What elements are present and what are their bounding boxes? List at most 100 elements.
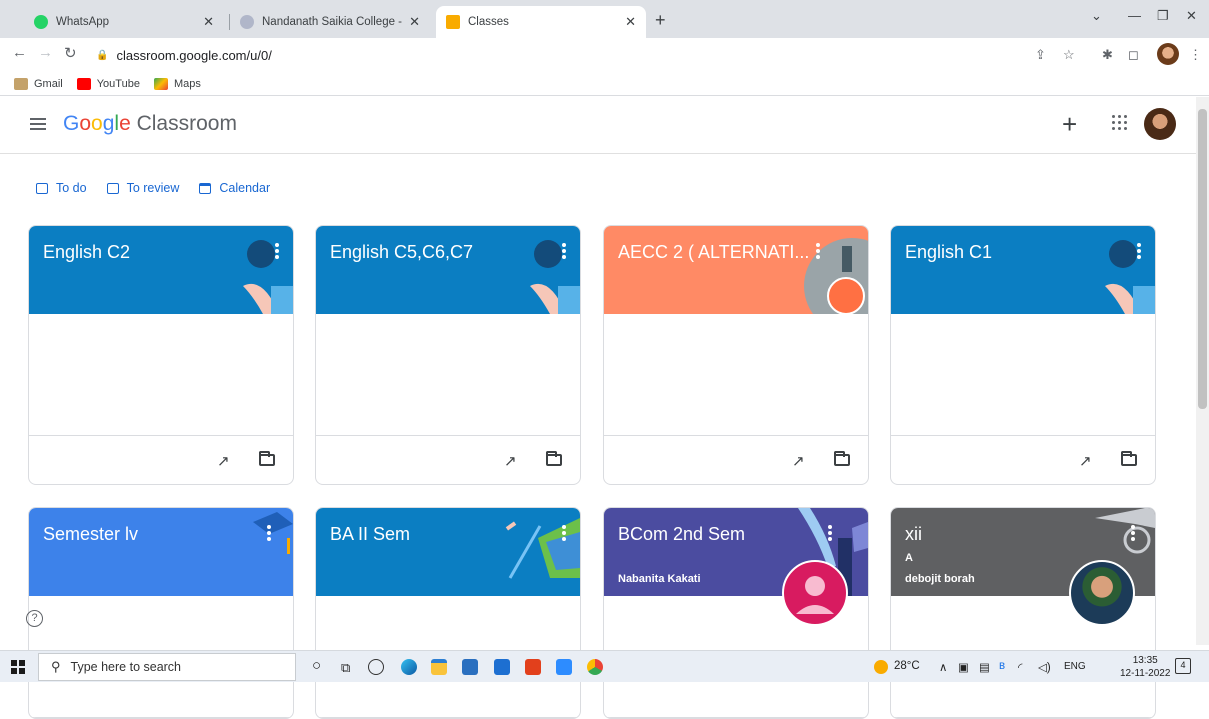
weather-temp[interactable]: 28°C [894,660,920,672]
class-title[interactable]: English C2 [43,242,130,263]
reload-icon[interactable]: ↻ [64,44,77,62]
tab-search-icon[interactable]: ⌄ [1091,8,1102,24]
class-card[interactable]: xii A debojit borah [890,507,1156,719]
page-scrollbar[interactable] [1196,97,1209,645]
bookmark-youtube[interactable]: YouTube [76,77,140,90]
main-menu-icon[interactable] [30,118,46,130]
class-card[interactable]: English C1 ↗ [890,225,1156,485]
browser-menu-icon[interactable]: ⋮ [1189,47,1202,63]
forward-icon[interactable]: → [38,44,53,61]
class-title[interactable]: English C5,C6,C7 [330,242,473,263]
more-options-icon[interactable] [1137,243,1141,259]
close-tab-icon[interactable]: ✕ [625,14,636,30]
account-avatar[interactable] [1144,108,1176,140]
network-tray-icon[interactable]: ▣ [958,660,969,674]
chrome-icon[interactable] [587,659,603,675]
volume-icon[interactable]: ◁) [1038,660,1051,674]
bookmark-gmail[interactable]: Gmail [14,77,63,90]
google-apps-icon[interactable] [1112,115,1128,131]
windows-start-icon[interactable] [11,660,25,674]
show-hidden-icons-icon[interactable]: ∧ [939,660,947,674]
class-title[interactable]: BA II Sem [330,524,410,545]
google-classroom-logo[interactable]: Google Classroom [63,112,237,136]
more-options-icon[interactable] [562,525,566,541]
class-card[interactable]: BCom 2nd Sem Nabanita Kakati [603,507,869,719]
office-icon[interactable] [525,659,541,675]
folder-icon[interactable] [546,451,562,466]
bookmark-star-icon[interactable]: ☆ [1063,47,1075,63]
create-join-class-icon[interactable]: + [1062,109,1077,140]
taskbar-search[interactable]: ⚲ Type here to search [38,653,296,681]
trending-icon[interactable]: ↗ [792,452,805,470]
more-options-icon[interactable] [275,243,279,259]
close-tab-icon[interactable]: ✕ [409,14,420,30]
class-title[interactable]: BCom 2nd Sem [618,524,745,545]
close-window-icon[interactable]: ✕ [1186,8,1197,24]
class-title[interactable]: Semester lv [43,524,138,545]
more-options-icon[interactable] [1131,525,1135,541]
notifications-icon[interactable]: 4 [1175,658,1191,674]
bluetooth-icon[interactable]: ʙ [999,660,1005,672]
address-bar[interactable]: 🔒 classroom.google.com/u/0/ [96,43,1096,67]
to-review-link[interactable]: To review [106,181,179,195]
taskbar-clock[interactable]: 13:35 12-11-2022 [1120,654,1170,680]
tab-classes[interactable]: Classes ✕ [436,6,646,38]
keyboard-tray-icon[interactable]: ▤ [979,660,990,674]
zoom-icon[interactable] [556,659,572,675]
classroom-header: Google Classroom + [0,97,1196,154]
class-card[interactable]: AECC 2 ( ALTERNATI... ↗ [603,225,869,485]
tab-nandanath[interactable]: Nandanath Saikia College - Orga ✕ [230,6,430,38]
class-card[interactable]: English C5,C6,C7 ↗ [315,225,581,485]
folder-icon[interactable] [834,451,850,466]
folder-icon[interactable] [259,451,275,466]
cortana-icon[interactable]: ○ [312,657,321,674]
tab-whatsapp[interactable]: WhatsApp ✕ [24,6,224,38]
side-panel-icon[interactable]: ◻ [1128,47,1139,63]
class-banner[interactable]: Semester lv [29,508,293,596]
new-tab-icon[interactable]: + [655,10,666,31]
dell-icon[interactable] [368,659,384,675]
wifi-icon[interactable]: ◜ [1018,660,1022,674]
calendar-link[interactable]: Calendar [199,181,270,195]
close-tab-icon[interactable]: ✕ [203,14,214,30]
to-do-link[interactable]: To do [36,181,87,195]
trending-icon[interactable]: ↗ [1079,452,1092,470]
more-options-icon[interactable] [816,243,820,259]
bookmark-maps[interactable]: Maps [153,77,201,90]
weather-icon[interactable] [874,660,888,674]
more-options-icon[interactable] [562,243,566,259]
class-card[interactable]: BA II Sem [315,507,581,719]
mail-icon[interactable] [494,659,510,675]
notification-count: 4 [1180,660,1186,670]
share-icon[interactable]: ⇪ [1035,47,1046,63]
banner-illustration [253,512,293,554]
class-banner[interactable]: AECC 2 ( ALTERNATI... [604,226,868,314]
file-explorer-icon[interactable] [431,659,447,675]
class-banner[interactable]: English C2 [29,226,293,314]
class-title[interactable]: AECC 2 ( ALTERNATI... [618,242,809,263]
extensions-icon[interactable]: ✱ [1102,47,1113,63]
class-title[interactable]: English C1 [905,242,992,263]
back-icon[interactable]: ← [12,44,27,61]
class-card[interactable]: Semester lv [28,507,294,719]
more-options-icon[interactable] [828,525,832,541]
task-view-icon[interactable]: ⧉ [341,660,350,676]
class-card-body [891,314,1155,436]
class-title[interactable]: xii [905,524,922,545]
store-icon[interactable] [462,659,478,675]
language-indicator[interactable]: ENG [1064,661,1086,672]
trending-icon[interactable]: ↗ [504,452,517,470]
minimize-icon[interactable]: — [1128,8,1141,23]
restore-icon[interactable]: ❐ [1157,8,1169,24]
scrollbar-thumb[interactable] [1198,109,1207,409]
folder-icon[interactable] [1121,451,1137,466]
edge-icon[interactable] [401,659,417,675]
browser-profile-avatar[interactable] [1157,43,1179,65]
trending-icon[interactable]: ↗ [217,452,230,470]
class-banner[interactable]: English C1 [891,226,1155,314]
class-banner[interactable]: BA II Sem [316,508,580,596]
help-icon[interactable]: ? [26,610,43,627]
class-banner[interactable]: English C5,C6,C7 [316,226,580,314]
more-options-icon[interactable] [267,525,271,541]
class-card[interactable]: English C2 ↗ [28,225,294,485]
